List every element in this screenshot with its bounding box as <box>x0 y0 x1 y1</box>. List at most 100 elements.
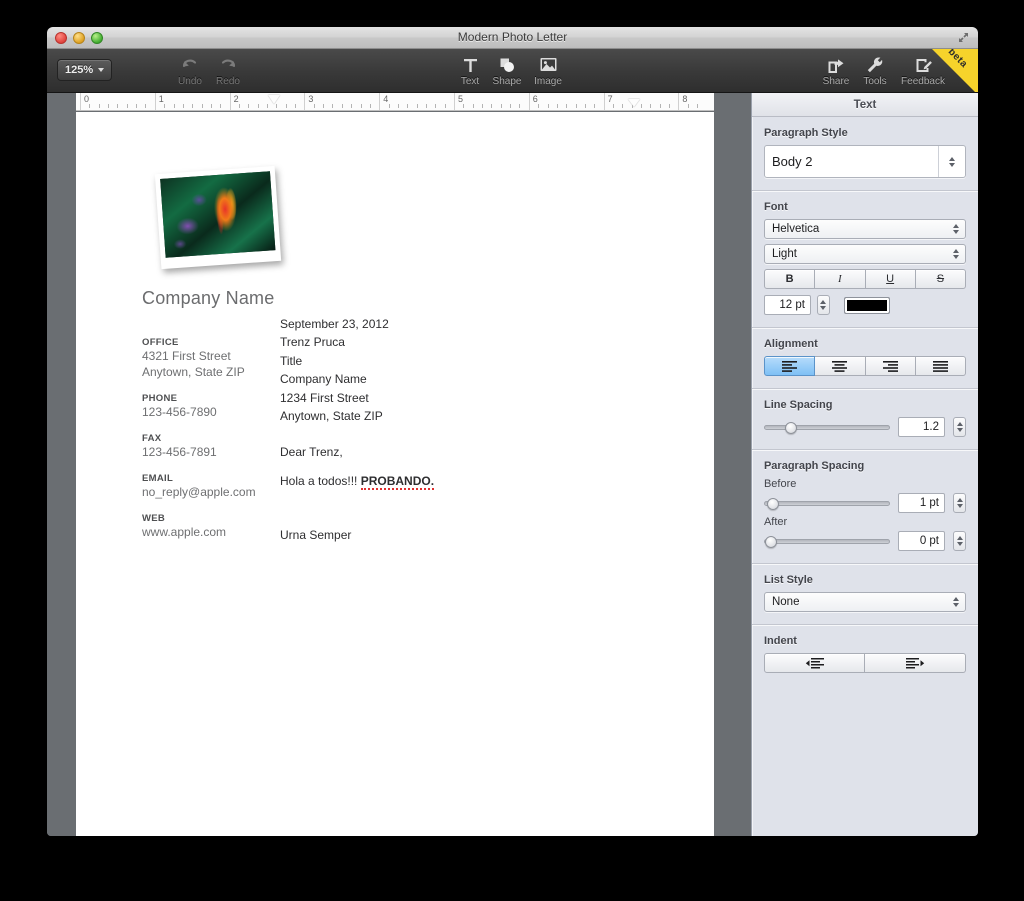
first-line-indent-marker[interactable] <box>268 95 281 104</box>
increase-indent-icon <box>905 657 924 668</box>
ruler-minor-tick <box>388 104 390 108</box>
font-color-swatch[interactable] <box>843 296 890 314</box>
ruler-minor-tick <box>248 104 250 108</box>
right-indent-marker[interactable] <box>627 99 640 107</box>
ruler-minor-tick <box>416 104 418 108</box>
ruler-minor-tick <box>435 104 437 108</box>
decrease-indent-icon <box>806 657 825 668</box>
spacing-before-slider[interactable] <box>763 497 890 510</box>
ruler-minor-tick <box>145 104 147 108</box>
share-icon <box>827 54 846 75</box>
list-style-select[interactable]: None <box>763 592 966 612</box>
insert-image-button[interactable]: Image <box>525 54 571 87</box>
spacing-after-input[interactable]: 0 pt <box>898 531 945 551</box>
font-size-input[interactable]: 12 pt <box>763 295 811 315</box>
letter-address-line[interactable]: 1234 First Street <box>280 389 580 407</box>
font-family-select[interactable]: Helvetica <box>763 219 966 239</box>
letter-address-line[interactable]: Anytown, State ZIP <box>280 407 580 425</box>
paragraph-style-select[interactable]: Body 2 <box>763 145 966 178</box>
underline-button[interactable]: U <box>865 269 916 289</box>
spacing-before-input[interactable]: 1 pt <box>898 493 945 513</box>
share-label: Share <box>822 76 850 87</box>
align-justify-button[interactable] <box>915 356 967 376</box>
insert-shape-button[interactable]: Shape <box>484 54 530 87</box>
alignment-section: Alignment <box>751 328 978 389</box>
font-size-stepper[interactable] <box>816 295 830 315</box>
ruler-number: 3 <box>308 94 314 104</box>
ruler-minor-tick <box>482 104 484 108</box>
spacing-before-stepper[interactable] <box>953 493 966 513</box>
ruler-minor-tick <box>622 104 624 108</box>
ruler-number: 8 <box>682 94 688 104</box>
font-size-value: 12 pt <box>779 299 805 311</box>
line-spacing-slider-knob[interactable] <box>785 421 798 434</box>
ruler-minor-tick <box>136 104 138 108</box>
ruler-major-tick <box>304 93 306 110</box>
align-right-button[interactable] <box>865 356 916 376</box>
ruler-minor-tick <box>556 104 558 108</box>
line-spacing-stepper[interactable] <box>953 417 966 437</box>
bold-button[interactable]: B <box>763 269 816 289</box>
document-canvas[interactable]: Company Name OFFICE 4321 First Street Anyt… <box>76 112 714 836</box>
main-toolbar: 125% Undo Redo Text Shape Image Share To… <box>47 49 978 93</box>
ruler-minor-tick <box>220 104 222 108</box>
letterhead-company-name[interactable]: Company Name <box>142 288 274 309</box>
feedback-icon <box>914 54 933 75</box>
ruler-major-tick <box>154 93 156 110</box>
sidebar-header-title: Text <box>751 93 978 117</box>
letter-address-line[interactable]: Company Name <box>280 370 580 388</box>
ruler-minor-tick <box>547 104 549 108</box>
increase-indent-button[interactable] <box>865 653 966 673</box>
window-titlebar: Modern Photo Letter <box>47 27 978 49</box>
ruler-minor-tick <box>341 104 343 108</box>
spacing-after-label: After <box>763 516 788 528</box>
align-center-button[interactable] <box>815 356 866 376</box>
first-line-indent-marker-shape <box>268 95 281 104</box>
strikethrough-button[interactable]: S <box>915 269 967 289</box>
zoom-level-dropdown[interactable]: 125% <box>57 59 113 81</box>
spacing-after-stepper[interactable] <box>953 531 966 551</box>
letter-salutation[interactable]: Dear Trenz, <box>280 443 580 461</box>
ruler-minor-tick <box>182 104 184 108</box>
font-weight-select[interactable]: Light <box>763 244 966 264</box>
spacing-before-slider-knob[interactable] <box>767 497 780 510</box>
letter-paragraph[interactable]: Hola a todos!!! PROBANDO. <box>280 472 580 490</box>
letter-address-line[interactable]: Title <box>280 352 580 370</box>
document-pane: 0 1 2 3 4 5 6 7 8 Company Name OFFICE 4321 First … <box>47 93 743 836</box>
line-spacing-slider[interactable] <box>763 421 890 434</box>
letter-signature[interactable]: Urna Semper <box>280 526 580 544</box>
ruler-number: 2 <box>233 94 239 104</box>
decrease-indent-button[interactable] <box>763 653 866 673</box>
page[interactable]: Company Name OFFICE 4321 First Street Anyt… <box>76 112 714 836</box>
font-label: Font <box>763 201 788 213</box>
spacing-after-slider[interactable] <box>763 535 890 548</box>
alignment-label: Alignment <box>763 338 818 350</box>
font-size-row: 12 pt <box>763 295 966 315</box>
line-spacing-input[interactable]: 1.2 <box>898 417 945 437</box>
ruler-minor-tick <box>566 104 568 108</box>
ruler-minor-tick <box>276 104 278 108</box>
spacing-after-slider-knob[interactable] <box>764 535 777 548</box>
redo-button[interactable]: Redo <box>205 54 251 87</box>
italic-button[interactable]: I <box>815 269 866 289</box>
align-center-icon <box>832 360 848 372</box>
ruler-major-tick <box>454 93 455 110</box>
misspelled-word[interactable]: PROBANDO. <box>360 473 435 490</box>
ruler-minor-tick <box>641 104 642 108</box>
align-right-icon <box>882 360 898 372</box>
ruler-minor-tick <box>238 104 240 108</box>
photo-frame[interactable] <box>154 165 282 270</box>
letter-address-line[interactable]: Trenz Pruca <box>280 333 580 351</box>
tools-button[interactable]: Tools <box>852 54 898 87</box>
align-left-button[interactable] <box>763 356 816 376</box>
fullscreen-icon[interactable] <box>957 31 970 44</box>
letter-body-column[interactable]: September 23, 2012 Trenz Pruca Title Compan… <box>280 315 580 545</box>
ruler-minor-tick <box>164 104 166 108</box>
ruler-minor-tick <box>407 104 409 108</box>
ruler-minor-tick <box>510 104 512 108</box>
ruler-number: 4 <box>383 94 389 104</box>
horizontal-ruler[interactable]: 0 1 2 3 4 5 6 7 8 <box>76 93 714 111</box>
letter-address-line[interactable]: September 23, 2012 <box>280 315 580 333</box>
ruler-minor-tick <box>332 104 334 108</box>
font-style-group: B I U S <box>763 269 967 289</box>
